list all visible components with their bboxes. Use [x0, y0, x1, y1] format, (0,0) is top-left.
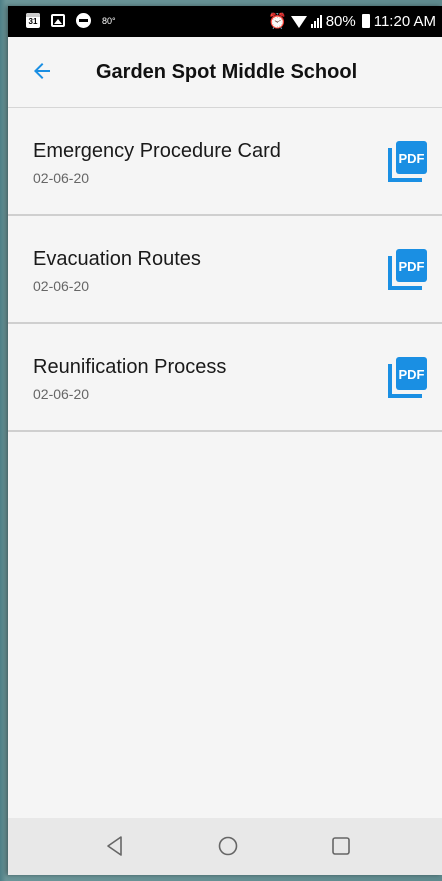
document-list: Emergency Procedure Card 02-06-20 PDF Ev…: [8, 108, 442, 432]
signal-icon: [310, 14, 322, 28]
list-item[interactable]: Emergency Procedure Card 02-06-20 PDF: [8, 108, 442, 216]
status-bar: 31 80° ⏰ 80% 11:20 AM: [8, 6, 442, 37]
document-date: 02-06-20: [33, 278, 90, 294]
document-date: 02-06-20: [33, 170, 90, 186]
calendar-icon: 31: [26, 13, 40, 28]
recents-square-icon[interactable]: [329, 834, 353, 858]
image-icon: [51, 14, 65, 27]
document-title: Emergency Procedure Card: [33, 140, 281, 162]
clock: 11:20 AM: [373, 12, 436, 30]
alarm-icon: ⏰: [268, 13, 287, 30]
temperature-label: 80°: [102, 15, 116, 26]
document-title: Reunification Process: [33, 356, 227, 378]
svg-text:PDF: PDF: [399, 259, 425, 274]
list-item[interactable]: Reunification Process 02-06-20 PDF: [8, 324, 442, 432]
do-not-disturb-icon: [76, 13, 91, 28]
battery-percent: 80%: [325, 12, 356, 30]
document-date: 02-06-20: [33, 386, 90, 402]
battery-icon: [361, 14, 370, 28]
wifi-icon: [290, 16, 307, 28]
pdf-icon[interactable]: PDF: [388, 356, 428, 398]
svg-text:PDF: PDF: [399, 151, 425, 166]
list-item[interactable]: Evacuation Routes 02-06-20 PDF: [8, 216, 442, 324]
svg-text:PDF: PDF: [399, 367, 425, 382]
pdf-icon[interactable]: PDF: [388, 140, 428, 182]
document-title: Evacuation Routes: [33, 248, 201, 270]
home-circle-icon[interactable]: [216, 834, 240, 858]
status-bar-right: ⏰ 80% 11:20 AM: [268, 12, 436, 31]
arrow-left-icon[interactable]: [30, 59, 54, 83]
back-triangle-icon[interactable]: [103, 834, 127, 858]
page-title: Garden Spot Middle School: [96, 61, 358, 83]
app-bar: Garden Spot Middle School: [8, 37, 442, 108]
pdf-icon[interactable]: PDF: [388, 248, 428, 290]
system-nav-bar: [8, 818, 442, 875]
phone-screen: 31 80° ⏰ 80% 11:20 AM Garden Spot Middle…: [8, 6, 442, 875]
device-frame: 31 80° ⏰ 80% 11:20 AM Garden Spot Middle…: [0, 0, 442, 881]
status-bar-left: 31 80°: [26, 13, 116, 28]
